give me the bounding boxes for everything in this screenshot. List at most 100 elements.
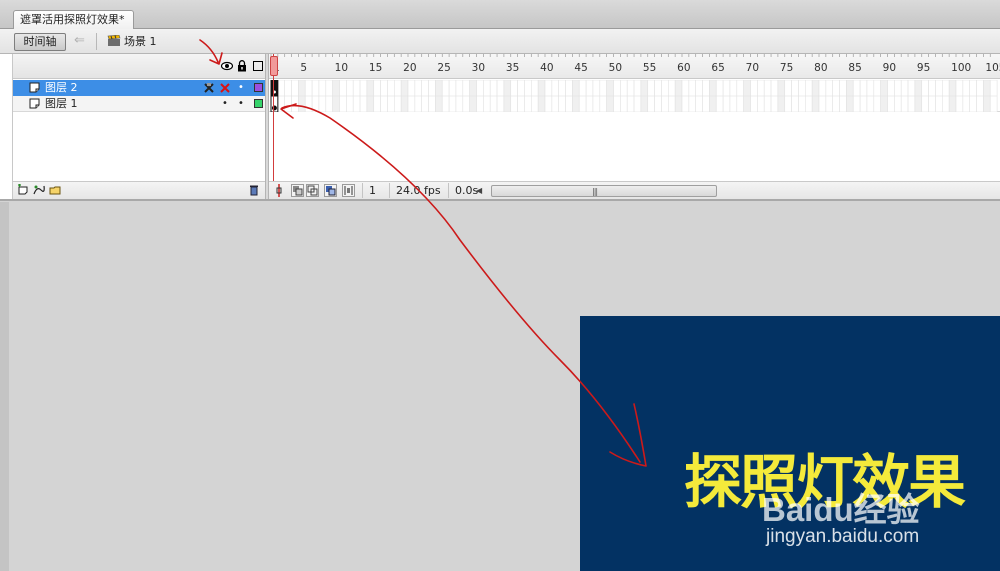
frame-rate-display: 24.0 fps (389, 183, 445, 198)
outline-square-icon[interactable] (253, 61, 263, 71)
onion-skin-outlines-icon[interactable] (306, 184, 319, 197)
frame-cell (428, 95, 436, 113)
layer-outline-color-swatch[interactable] (254, 83, 263, 92)
document-tab-bar: 遮罩活用探照灯效果* (0, 0, 1000, 29)
layer-lock-toggle[interactable]: • (235, 98, 247, 110)
layer-name[interactable]: 图层 2 (45, 81, 78, 95)
frame-cell (757, 79, 765, 97)
frame-cell (394, 95, 402, 113)
frame-cell (585, 79, 594, 97)
frame-cell (921, 95, 929, 113)
frame-cell (530, 79, 539, 97)
layer-row-layer-2[interactable]: 图层 2 • (13, 80, 266, 96)
lock-icon[interactable] (237, 60, 247, 72)
frame-cell (928, 79, 936, 97)
frame-cell (791, 95, 799, 113)
modify-onion-markers-icon[interactable] (342, 184, 355, 197)
frame-cell (325, 95, 333, 113)
frame-cell (873, 79, 881, 97)
frame-cell (770, 95, 779, 113)
timeline-toggle-button[interactable]: 时间轴 (14, 33, 66, 51)
frame-cell (359, 79, 368, 97)
frame-cell (298, 95, 306, 113)
frame-cell (277, 79, 286, 97)
frame-cell (448, 79, 457, 97)
frame-cell (332, 95, 340, 113)
document-tab[interactable]: 遮罩活用探照灯效果* (13, 10, 134, 29)
frames-pane[interactable]: 1510152025303540455055606570758085909510… (269, 54, 1000, 199)
frame-cell (647, 79, 655, 97)
frame-cell (955, 79, 964, 97)
ruler-label: 75 (780, 62, 793, 74)
frame-cell (613, 79, 621, 97)
layer-outline-color-swatch[interactable] (254, 99, 263, 108)
center-frame-icon[interactable] (273, 184, 286, 197)
frame-cell (907, 95, 916, 113)
layer-page-icon (29, 82, 40, 93)
ruler-label: 30 (472, 62, 485, 74)
ruler-label: 105 (985, 62, 1000, 74)
frame-cell (852, 79, 861, 97)
new-folder-icon[interactable] (49, 184, 61, 196)
frame-cell (572, 79, 580, 97)
frame-cell (935, 79, 943, 97)
horizontal-scrollbar[interactable]: ||| (491, 185, 717, 197)
frame-cell (325, 79, 333, 97)
frame-cell (359, 95, 368, 113)
frame-cell (311, 79, 320, 97)
frame-cell (852, 95, 861, 113)
edit-multiple-frames-icon[interactable] (324, 184, 337, 197)
frame-cell (955, 95, 964, 113)
frame-cell (811, 95, 820, 113)
scrollbar-grip[interactable]: ||| (592, 187, 598, 196)
layer-name[interactable]: 图层 1 (45, 97, 78, 111)
frame-cell (674, 79, 683, 97)
layer-visibility-toggle[interactable]: • (219, 98, 231, 110)
frames-row-layer-1[interactable] (269, 95, 1000, 113)
trash-icon[interactable] (248, 184, 260, 196)
frames-row-layer-2[interactable] (269, 79, 1000, 97)
frame-cell (894, 95, 902, 113)
frame-cells (270, 79, 998, 97)
frame-cell (750, 95, 758, 113)
frame-ruler[interactable]: 1510152025303540455055606570758085909510… (269, 54, 1000, 79)
frame-cell (572, 95, 580, 113)
playhead[interactable] (270, 56, 278, 76)
frame-cell (304, 79, 313, 97)
frame-cell (640, 79, 649, 97)
frame-cell (695, 79, 703, 97)
frame-cell (832, 79, 840, 97)
frame-cell (455, 79, 464, 97)
frame-cell (983, 95, 991, 113)
show-hide-eye-icon[interactable] (221, 61, 233, 71)
frame-cell (880, 95, 888, 113)
scroll-left-arrow-icon[interactable]: ◀ (476, 185, 482, 197)
frame-cell (715, 79, 724, 97)
onion-skin-icon[interactable] (291, 184, 304, 197)
scene-label[interactable]: 场景 1 (124, 35, 157, 48)
frame-cell (291, 79, 299, 97)
frame-cell (661, 79, 669, 97)
hidden-x-mark-icon (204, 83, 214, 93)
layer-outline-toggle[interactable]: • (235, 82, 247, 94)
frame-cell (483, 95, 491, 113)
frame-cell (544, 79, 553, 97)
edit-bar: 时间轴 ⇐ 场景 1 (0, 29, 1000, 54)
frame-cell (894, 79, 902, 97)
layer-hidden-toggle[interactable] (203, 82, 215, 94)
back-arrow-icon[interactable]: ⇐ (74, 34, 90, 48)
frame-cell (798, 95, 806, 113)
frame-cell (380, 95, 388, 113)
frame-cell (709, 79, 717, 97)
frame-cell (626, 95, 635, 113)
frame-cell (715, 95, 724, 113)
frame-cell (544, 95, 553, 113)
frame-cell (599, 95, 607, 113)
new-layer-icon[interactable] (17, 184, 29, 196)
current-frame-display: 1 (362, 183, 392, 198)
layer-row-layer-1[interactable]: 图层 1 • • (13, 96, 266, 112)
layer-lock-toggle[interactable] (219, 82, 231, 94)
add-motion-guide-icon[interactable] (33, 184, 45, 196)
frame-cell (921, 79, 929, 97)
frame-cell (989, 79, 998, 97)
